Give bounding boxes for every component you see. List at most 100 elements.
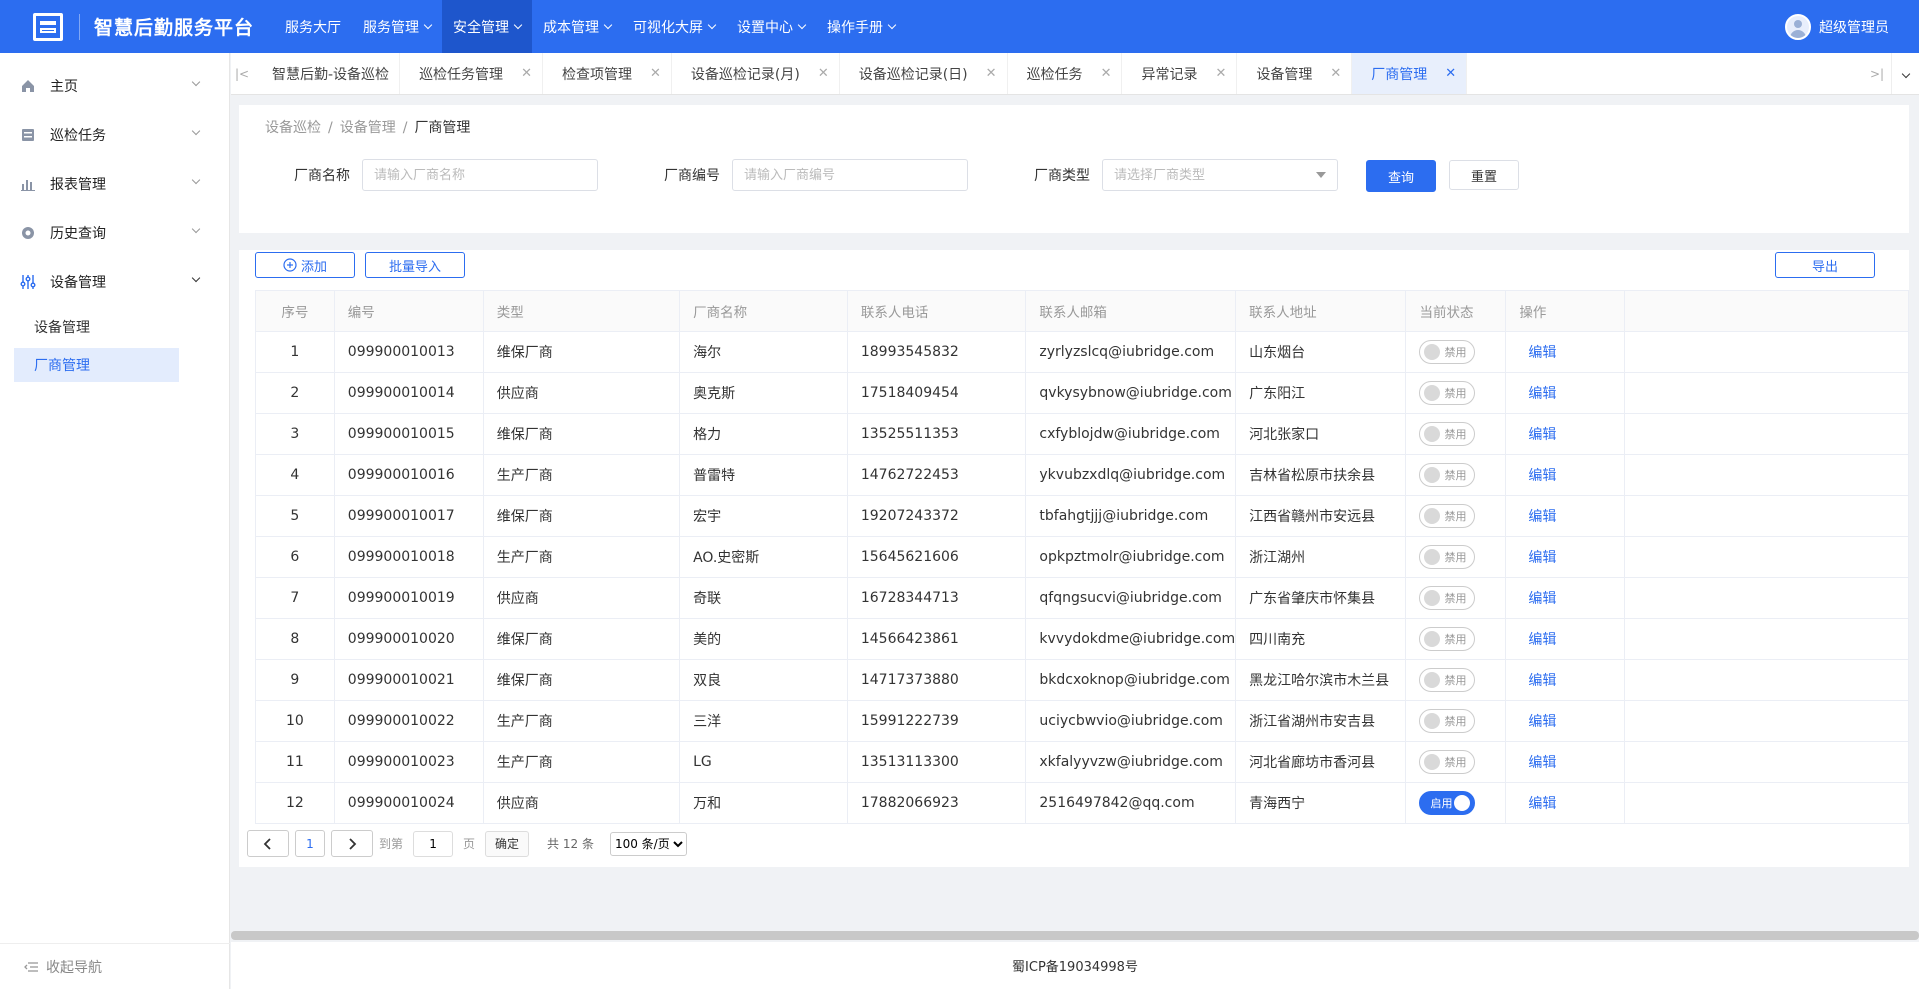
next-page-button[interactable] [331,830,373,857]
query-button[interactable]: 查询 [1366,160,1436,192]
status-toggle[interactable]: 禁用 [1419,381,1476,405]
status-toggle[interactable]: 禁用 [1419,750,1476,774]
edit-link[interactable]: 编辑 [1528,755,1556,771]
nav-visual-screen[interactable]: 可视化大屏 [622,0,726,53]
table-body: 1 099900010013 维保厂商 海尔 18993545832 zyrlyzslcq… [255,331,1910,824]
status-toggle[interactable]: 禁用 [1419,668,1476,692]
table-cell: 广东省肇庆市怀集县 [1235,577,1407,619]
status-toggle[interactable]: 禁用 [1419,504,1476,528]
breadcrumb-item[interactable]: 设备管理 [340,120,396,136]
chevron-left-icon [263,837,271,850]
status-toggle[interactable]: 禁用 [1419,627,1476,651]
nav-safety-management[interactable]: 安全管理 [442,0,533,53]
status-toggle[interactable]: 禁用 [1419,545,1476,569]
tab-vendor-management[interactable]: 厂商管理 ✕ [1352,53,1468,94]
edit-link[interactable]: 编辑 [1528,386,1556,402]
tab-inspection-task-management[interactable]: 巡检任务管理 ✕ [400,53,543,94]
goto-page-input[interactable] [413,830,454,857]
table-cell: 16728344713 [846,577,1027,619]
close-icon[interactable]: ✕ [1330,66,1341,81]
sidebar-item-history[interactable]: 历史查询 [0,208,229,257]
vendor-type-select[interactable] [1102,159,1338,191]
nav-manual[interactable]: 操作手册 [816,0,906,53]
breadcrumb-item[interactable]: 设备巡检 [265,120,321,136]
nav-label: 服务大厅 [285,19,342,36]
sidebar-item-home[interactable]: 主页 [0,61,229,110]
table-cell: 生产厂商 [482,454,681,496]
close-icon[interactable]: ✕ [1215,66,1226,81]
edit-link[interactable]: 编辑 [1528,468,1556,484]
table-cell: 供应商 [482,372,681,414]
cell-index: 10 [255,700,335,742]
add-button[interactable]: 添加 [255,252,355,278]
nav-cost-management[interactable]: 成本管理 [532,0,622,53]
tab-equipment-inspection[interactable]: 智慧后勤-设备巡检 [253,53,401,94]
table-cell: 双良 [679,659,848,701]
tab-scroll-left[interactable]: |< [231,53,253,94]
close-icon[interactable]: ✕ [818,66,829,81]
edit-link[interactable]: 编辑 [1528,714,1556,730]
table-cell: 099900010023 [333,741,484,783]
edit-link[interactable]: 编辑 [1528,796,1556,812]
edit-link[interactable]: 编辑 [1528,427,1556,443]
sidebar-sub-vendor-management[interactable]: 厂商管理 [14,348,179,382]
status-toggle[interactable]: 禁用 [1419,586,1476,610]
tab-exception-record[interactable]: 异常记录 ✕ [1122,53,1238,94]
close-icon[interactable]: ✕ [1101,66,1112,81]
collapse-nav-button[interactable]: 收起导航 [0,943,230,989]
vendor-code-label: 厂商编号 [664,168,720,184]
edit-link[interactable]: 编辑 [1528,632,1556,648]
table-cell: ykvubzxdlq@iubridge.com [1025,454,1237,496]
vendor-code-input[interactable] [732,159,968,191]
column-header: 操作 [1505,290,1625,332]
status-toggle[interactable]: 禁用 [1419,709,1476,733]
tab-inspection-record-month[interactable]: 设备巡检记录(月) ✕ [672,53,840,94]
tab-inspection-record-day[interactable]: 设备巡检记录(日) ✕ [840,53,1008,94]
close-icon[interactable]: ✕ [521,66,532,81]
vendor-type-input[interactable] [1102,159,1338,191]
tab-menu-button[interactable] [1891,53,1919,94]
status-toggle[interactable]: 启用 [1419,791,1476,815]
nav-service-management[interactable]: 服务管理 [352,0,442,53]
tab-check-item-management[interactable]: 检查项管理 ✕ [543,53,672,94]
tab-scroll-right[interactable]: >| [1863,53,1891,94]
sidebar-item-equipment[interactable]: 设备管理 [0,257,229,306]
column-header: 编号 [333,290,484,332]
vendor-name-input[interactable] [362,159,598,191]
edit-link[interactable]: 编辑 [1528,345,1556,361]
nav-service-hall[interactable]: 服务大厅 [274,0,352,53]
page-size-select[interactable]: 100 条/页 [609,831,687,856]
close-icon[interactable]: ✕ [986,66,997,81]
sidebar-sub-label: 设备管理 [34,320,90,336]
status-toggle[interactable]: 禁用 [1419,340,1476,364]
prev-page-button[interactable] [247,830,289,857]
table-cell: kvvydokdme@iubridge.com [1025,618,1237,660]
status-toggle[interactable]: 禁用 [1419,463,1476,487]
table-cell: 099900010022 [333,700,484,742]
batch-import-button[interactable]: 批量导入 [365,252,465,278]
edit-link[interactable]: 编辑 [1528,550,1556,566]
sidebar-item-reports[interactable]: 报表管理 [0,159,229,208]
edit-link[interactable]: 编辑 [1528,673,1556,689]
tab-inspection-task[interactable]: 巡检任务 ✕ [1008,53,1123,94]
edit-link[interactable]: 编辑 [1528,509,1556,525]
table-cell: 奥克斯 [679,372,848,414]
status-toggle[interactable]: 禁用 [1419,422,1476,446]
page-number[interactable]: 1 [295,830,325,857]
close-icon[interactable]: ✕ [1445,66,1456,81]
goto-confirm-button[interactable]: 确定 [485,830,530,857]
sidebar-item-inspection-task[interactable]: 巡检任务 [0,110,229,159]
user-menu[interactable]: 超级管理员 [1785,0,1889,53]
table-row: 11 099900010023 生产厂商 LG 13513113300 xkfalyyvz… [255,741,1910,783]
plus-circle-icon [283,258,297,272]
sidebar-sub-equipment-management[interactable]: 设备管理 [14,310,179,344]
export-button[interactable]: 导出 [1775,252,1875,278]
table-cell: 禁用 [1405,618,1507,660]
table-cell: 13525511353 [846,413,1027,455]
nav-settings-center[interactable]: 设置中心 [726,0,816,53]
reset-button[interactable]: 重置 [1449,160,1519,190]
tab-equipment-management[interactable]: 设备管理 ✕ [1237,53,1353,94]
edit-link[interactable]: 编辑 [1528,591,1556,607]
close-icon[interactable]: ✕ [650,66,661,81]
horizontal-scrollbar[interactable] [231,931,1919,940]
